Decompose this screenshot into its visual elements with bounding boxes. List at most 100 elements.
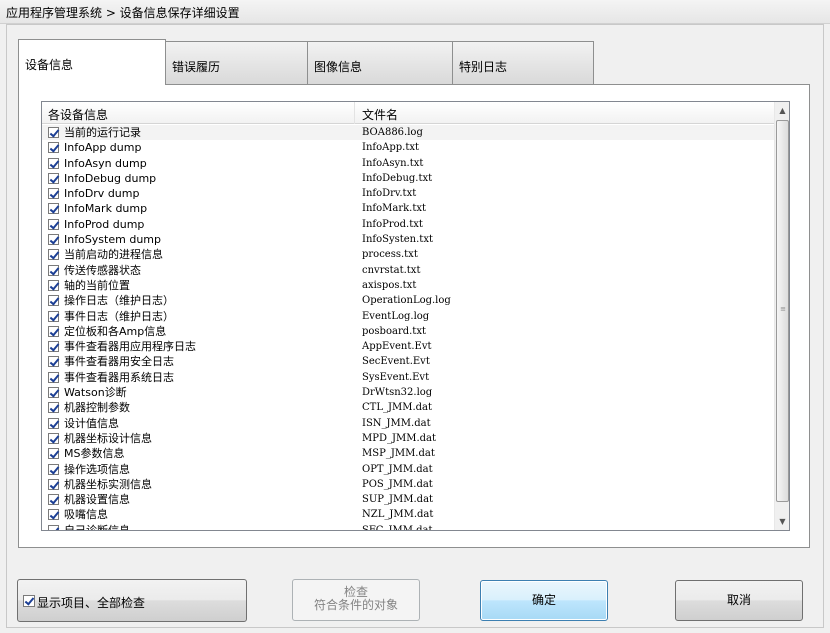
device-info-cell: 机器坐标设计信息	[64, 431, 152, 445]
list-row[interactable]: InfoDrv dump InfoDrv.txt	[42, 186, 776, 201]
list-row[interactable]: 机器坐标设计信息 MPD_JMM.dat	[42, 431, 776, 446]
list-row[interactable]: 机器控制参数 CTL_JMM.dat	[42, 400, 776, 415]
list-row[interactable]: 操作日志（维护日志） OperationLog.log	[42, 293, 776, 308]
list-row[interactable]: 吸嘴信息 NZL_JMM.dat	[42, 507, 776, 522]
file-name-cell: DrWtsn32.log	[362, 387, 433, 399]
list-row[interactable]: 定位板和各Amp信息 posboard.txt	[42, 324, 776, 339]
list-row[interactable]: InfoProd dump InfoProd.txt	[42, 217, 776, 232]
row-checkbox-icon[interactable]	[48, 127, 59, 138]
row-checkbox-icon[interactable]	[48, 295, 59, 307]
row-checkbox-icon[interactable]	[48, 218, 59, 230]
list-row[interactable]: InfoApp dump InfoApp.txt	[42, 140, 776, 155]
row-checkbox-icon[interactable]	[48, 249, 59, 261]
list-row[interactable]: 当前的运行记录 BOA886.log	[42, 125, 776, 141]
device-info-cell: InfoMark dump	[64, 202, 148, 216]
scroll-up-arrow-icon[interactable]: ▲	[775, 102, 789, 119]
tab-special-log[interactable]: 特别日志	[452, 41, 594, 84]
list-row[interactable]: InfoSystem dump InfoSysten.txt	[42, 232, 776, 247]
row-checkbox-icon[interactable]	[48, 264, 59, 276]
row-checkbox-icon[interactable]	[48, 509, 59, 521]
scrollbar-thumb[interactable]: ≡	[776, 120, 789, 502]
file-name-cell: process.txt	[362, 249, 418, 261]
row-checkbox-icon[interactable]	[48, 417, 59, 429]
vertical-scrollbar[interactable]: ▲ ≡ ▼	[774, 102, 789, 530]
column-header-device-info[interactable]: 各设备信息	[42, 102, 355, 124]
ok-button[interactable]: 确定	[480, 580, 608, 621]
device-info-list[interactable]: 各设备信息 文件名 当前的运行记录 BOA886.log InfoApp dump I…	[41, 101, 790, 531]
row-checkbox-icon[interactable]	[48, 157, 59, 169]
row-checkbox-icon[interactable]	[48, 448, 59, 460]
row-checkbox-icon[interactable]	[48, 325, 59, 337]
row-checkbox-icon[interactable]	[48, 203, 59, 215]
list-row[interactable]: InfoDebug dump InfoDebug.txt	[42, 171, 776, 186]
file-name-cell: InfoDebug.txt	[362, 172, 433, 184]
file-name-cell: MSP_JMM.dat	[362, 448, 435, 460]
row-checkbox-icon[interactable]	[48, 341, 59, 353]
tab-device-info[interactable]: 设备信息	[18, 39, 166, 85]
list-row[interactable]: 机器坐标实测信息 POS_JMM.dat	[42, 477, 776, 492]
tab-image-info[interactable]: 图像信息	[307, 41, 453, 84]
tab-label: 特别日志	[459, 60, 508, 74]
file-name-cell: SFC_JMM.dat	[362, 524, 433, 531]
list-row[interactable]: 当前启动的进程信息 process.txt	[42, 247, 776, 262]
tab-error-history[interactable]: 错误履历	[165, 41, 308, 84]
device-info-cell: 机器设置信息	[64, 493, 130, 507]
check-matching-button[interactable]: 检查 符合条件的对象	[292, 579, 420, 621]
list-row[interactable]: 传送传感器状态 cnvrstat.txt	[42, 263, 776, 278]
checkbox-checked-icon[interactable]	[23, 595, 35, 607]
list-row[interactable]: 自己诊断信息 SFC_JMM.dat	[42, 523, 776, 531]
list-row[interactable]: 机器设置信息 SUP_JMM.dat	[42, 492, 776, 507]
column-header-file-name[interactable]: 文件名	[356, 102, 776, 124]
row-checkbox-icon[interactable]	[48, 463, 59, 475]
list-row[interactable]: InfoMark dump InfoMark.txt	[42, 201, 776, 216]
row-checkbox-icon[interactable]	[48, 310, 59, 322]
device-info-cell: InfoAsyn dump	[64, 156, 147, 170]
file-name-cell: MPD_JMM.dat	[362, 432, 437, 444]
file-name-cell: InfoProd.txt	[362, 218, 423, 230]
row-checkbox-icon[interactable]	[48, 371, 59, 383]
row-checkbox-icon[interactable]	[48, 524, 59, 530]
row-checkbox-icon[interactable]	[48, 432, 59, 444]
list-row[interactable]: Watson诊断 DrWtsn32.log	[42, 385, 776, 400]
row-checkbox-icon[interactable]	[48, 478, 59, 490]
show-all-check-toggle[interactable]: 显示项目、全部检查	[17, 579, 247, 622]
cancel-button[interactable]: 取消	[675, 580, 803, 621]
tab-label: 设备信息	[25, 58, 74, 72]
list-row[interactable]: InfoAsyn dump InfoAsyn.txt	[42, 156, 776, 171]
row-checkbox-icon[interactable]	[48, 234, 59, 246]
row-checkbox-icon[interactable]	[48, 387, 59, 399]
device-info-cell: 当前的运行记录	[64, 126, 141, 139]
file-name-cell: InfoSysten.txt	[362, 234, 433, 246]
device-info-cell: InfoDebug dump	[64, 171, 157, 185]
file-name-cell: SysEvent.Evt	[362, 371, 430, 383]
tab-label: 错误履历	[172, 60, 221, 74]
row-checkbox-icon[interactable]	[48, 172, 59, 184]
list-row[interactable]: 设计值信息 ISN_JMM.dat	[42, 416, 776, 431]
check-button-line2: 符合条件的对象	[313, 598, 398, 612]
row-checkbox-icon[interactable]	[48, 494, 59, 506]
list-row[interactable]: 事件查看器用安全日志 SecEvent.Evt	[42, 354, 776, 369]
list-row[interactable]: 轴的当前位置 axispos.txt	[42, 278, 776, 293]
file-name-cell: InfoDrv.txt	[362, 188, 417, 200]
list-row[interactable]: 事件查看器用应用程序日志 AppEvent.Evt	[42, 339, 776, 354]
device-info-cell: 事件查看器用应用程序日志	[64, 340, 196, 354]
device-info-cell: InfoDrv dump	[64, 187, 140, 201]
list-row[interactable]: 操作选项信息 OPT_JMM.dat	[42, 462, 776, 477]
file-name-cell: POS_JMM.dat	[362, 478, 433, 490]
list-row[interactable]: 事件查看器用系统日志 SysEvent.Evt	[42, 370, 776, 385]
device-info-cell: 轴的当前位置	[64, 278, 130, 292]
row-checkbox-icon[interactable]	[48, 142, 59, 154]
row-checkbox-icon[interactable]	[48, 402, 59, 414]
row-checkbox-icon[interactable]	[48, 356, 59, 368]
scroll-down-arrow-icon[interactable]: ▼	[775, 513, 789, 530]
file-name-cell: BOA886.log	[362, 127, 423, 138]
list-row[interactable]: 事件日志（维护日志） EventLog.log	[42, 309, 776, 324]
device-info-cell: 机器坐标实测信息	[64, 477, 152, 491]
file-name-cell: AppEvent.Evt	[362, 341, 432, 353]
row-checkbox-icon[interactable]	[48, 188, 59, 200]
list-row[interactable]: MS参数信息 MSP_JMM.dat	[42, 446, 776, 461]
file-name-cell: SUP_JMM.dat	[362, 494, 434, 506]
row-checkbox-icon[interactable]	[48, 279, 59, 291]
device-info-cell: 定位板和各Amp信息	[64, 324, 167, 338]
file-name-cell: cnvrstat.txt	[362, 264, 421, 276]
